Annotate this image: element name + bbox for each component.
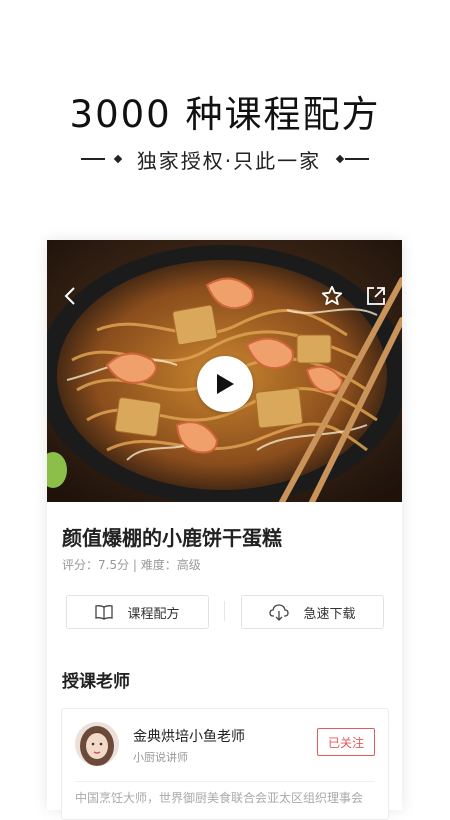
promo-subline-text: 独家授权·只此一家 (136, 148, 322, 173)
promo-headline: 3000 种课程配方 (69, 93, 381, 136)
recipe-title: 颜值爆棚的小鹿饼干蛋糕 (62, 526, 282, 550)
button-divider (224, 601, 225, 621)
teacher-name: 金典烘培小鱼老师 (133, 729, 245, 745)
star-outline-icon[interactable] (320, 284, 344, 308)
play-icon (217, 374, 234, 394)
teacher-role: 小厨说讲师 (133, 751, 188, 764)
rating-label: 评分： (62, 558, 99, 572)
avatar[interactable] (75, 722, 119, 766)
course-card: 颜值爆棚的小鹿饼干蛋糕 评分：7.5分 | 难度：高级 课程配方 急速下载 授课… (47, 240, 402, 820)
right-decoration (335, 154, 370, 164)
course-recipe-label: 课程配方 (127, 606, 180, 622)
cloud-download-icon (269, 604, 290, 621)
rating-value: 7.5分 (98, 558, 130, 572)
fast-download-button[interactable]: 急速下载 (241, 595, 384, 629)
recipe-meta: 评分：7.5分 | 难度：高级 (62, 556, 201, 573)
course-recipe-button[interactable]: 课程配方 (66, 595, 209, 629)
recipe-video-cover[interactable] (47, 240, 402, 502)
promo-subline: 独家授权·只此一家 (0, 144, 450, 174)
share-external-icon[interactable] (364, 284, 388, 308)
difficulty-value: 高级 (176, 558, 201, 572)
teacher-divider (75, 781, 375, 782)
chevron-left-icon[interactable] (59, 284, 83, 308)
difficulty-label: 难度： (140, 558, 177, 572)
follow-button[interactable]: 已关注 (317, 728, 375, 756)
teacher-section-title: 授课老师 (62, 672, 130, 692)
meta-separator: | (129, 558, 141, 572)
teacher-description: 中国烹饪大师，世界御厨美食联合会亚太区组织理事会 (75, 791, 364, 805)
play-button[interactable] (197, 356, 253, 412)
left-decoration (80, 154, 123, 164)
teacher-card[interactable]: 金典烘培小鱼老师 小厨说讲师 已关注 中国烹饪大师，世界御厨美食联合会亚太区组织… (61, 708, 389, 820)
book-icon (95, 605, 114, 620)
fast-download-label: 急速下载 (303, 606, 356, 622)
